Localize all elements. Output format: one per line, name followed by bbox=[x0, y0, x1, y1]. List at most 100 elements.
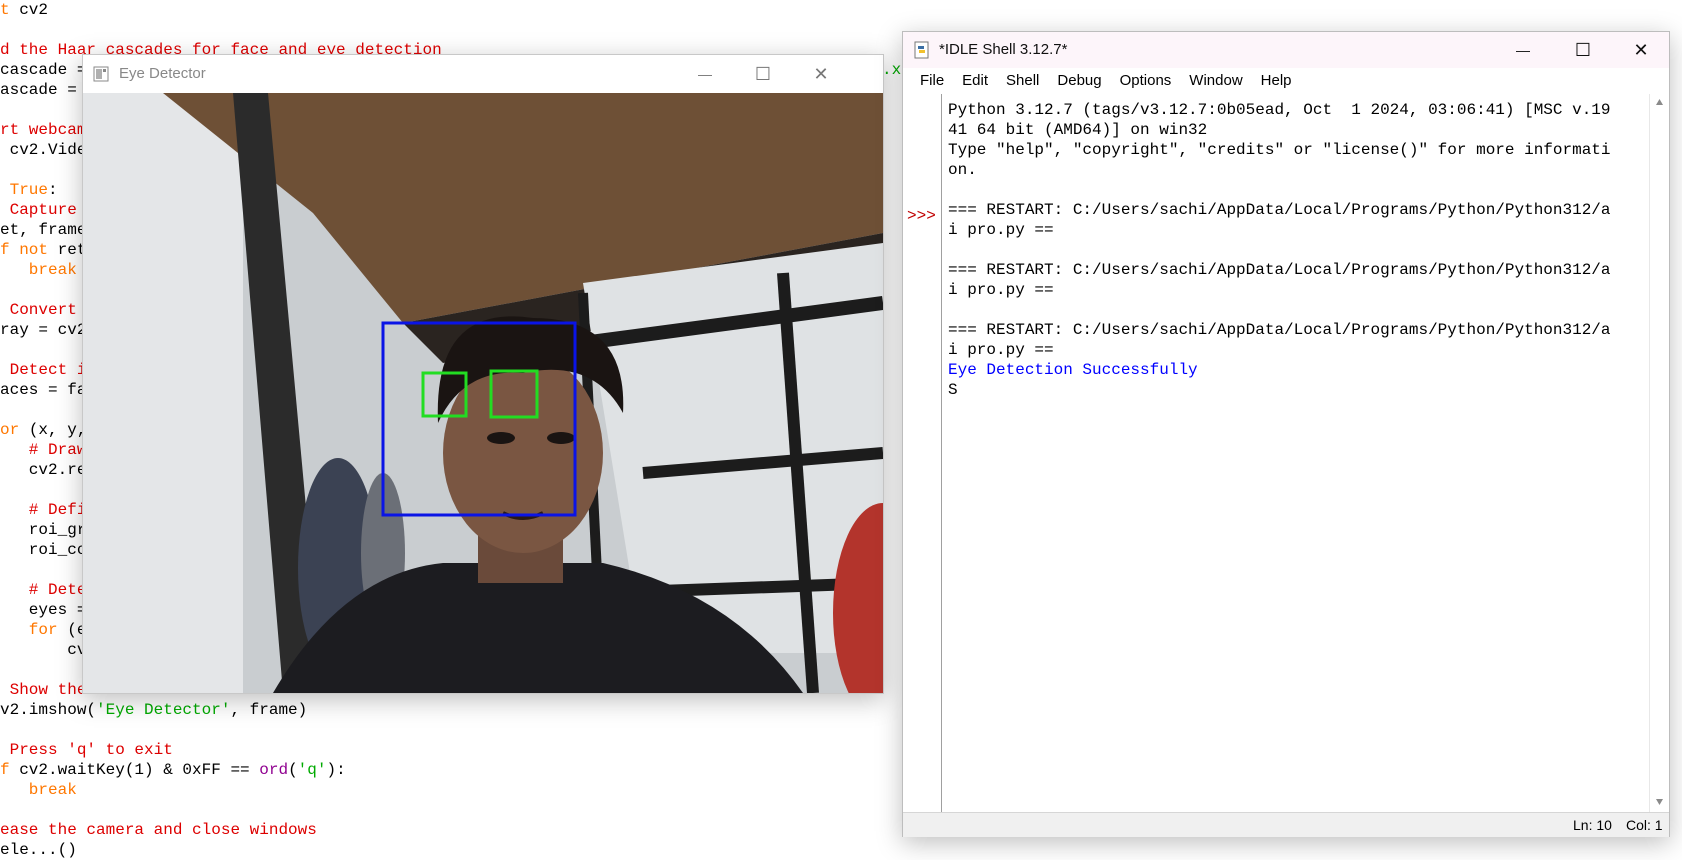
editor-code-line: Convert bbox=[0, 300, 77, 320]
shell-output[interactable]: Python 3.12.7 (tags/v3.12.7:0b05ead, Oct… bbox=[942, 94, 1648, 812]
code-token: : bbox=[48, 181, 58, 199]
editor-code-line: # Draw bbox=[0, 440, 87, 460]
menu-item-window[interactable]: Window bbox=[1180, 68, 1251, 94]
editor-code-line: or (x, y, bbox=[0, 420, 86, 440]
code-token: ele...() bbox=[0, 841, 77, 859]
code-token: ord bbox=[259, 761, 289, 779]
shell-output-line: on. bbox=[948, 161, 977, 179]
menu-item-edit[interactable]: Edit bbox=[953, 68, 997, 94]
code-token: 'Eye Detector' bbox=[96, 701, 231, 719]
vertical-scrollbar[interactable] bbox=[1649, 94, 1669, 812]
code-token: (x, y, bbox=[28, 421, 87, 439]
code-token: Detect i bbox=[0, 361, 87, 379]
idle-titlebar[interactable]: *IDLE Shell 3.12.7* — ☐ ✕ bbox=[903, 32, 1669, 68]
idle-shell-window[interactable]: *IDLE Shell 3.12.7* — ☐ ✕ File Edit Shell D… bbox=[902, 31, 1670, 837]
python-icon bbox=[914, 41, 929, 59]
code-token: or bbox=[0, 421, 29, 439]
editor-code-line: Detect i bbox=[0, 360, 87, 380]
editor-code-line: cv bbox=[0, 640, 86, 660]
code-token: roi_co bbox=[0, 541, 87, 559]
editor-code-line: rt webcam bbox=[0, 120, 86, 140]
eye-detector-titlebar[interactable]: Eye Detector — ☐ ✕ bbox=[83, 55, 883, 93]
code-token: f bbox=[0, 761, 20, 779]
code-token: cv bbox=[0, 641, 87, 659]
menu-item-file[interactable]: File bbox=[911, 68, 953, 94]
editor-code-line: break bbox=[0, 780, 77, 800]
shell-output-line: === RESTART: C:/Users/sachi/AppData/Loca… bbox=[948, 321, 1611, 339]
code-token: rt webcam bbox=[0, 121, 87, 139]
editor-code-line: # Dete bbox=[0, 580, 87, 600]
app-icon bbox=[93, 66, 109, 82]
menu-item-shell[interactable]: Shell bbox=[997, 68, 1048, 94]
code-token: ascade = bbox=[0, 81, 87, 99]
shell-output-line: === RESTART: C:/Users/sachi/AppData/Loca… bbox=[948, 201, 1611, 219]
code-token: # Defi bbox=[0, 501, 87, 519]
code-token: ): bbox=[326, 761, 346, 779]
maximize-icon: ☐ bbox=[754, 63, 772, 84]
code-token: cv2.Vide bbox=[0, 141, 87, 159]
code-token: ray = cv2 bbox=[0, 321, 87, 339]
code-token: break bbox=[0, 781, 77, 799]
editor-code-line: cv2.Vide bbox=[0, 140, 87, 160]
idle-menubar: File Edit Shell Debug Options Window Help bbox=[903, 68, 1669, 94]
close-icon: ✕ bbox=[813, 63, 829, 84]
column-number: Col: 1 bbox=[1626, 817, 1663, 833]
editor-code-line: Capture bbox=[0, 200, 77, 220]
code-token: cv2 bbox=[19, 1, 49, 19]
editor-code-line: eyes = bbox=[0, 600, 87, 620]
minimize-icon: — bbox=[1516, 42, 1530, 58]
shell-output-line: i pro.py == bbox=[948, 281, 1054, 299]
shell-output-line: Type "help", "copyright", "credits" or "… bbox=[948, 141, 1611, 159]
minimize-button[interactable]: — bbox=[677, 55, 733, 93]
code-token: v2.imshow( bbox=[0, 701, 97, 719]
code-token: 'q' bbox=[297, 761, 327, 779]
shell-prompt-gutter: >>> bbox=[903, 94, 942, 812]
editor-code-line: et, frame bbox=[0, 220, 86, 240]
idle-close-button[interactable]: ✕ bbox=[1613, 32, 1669, 68]
editor-code-line: break bbox=[0, 260, 77, 280]
menu-item-help[interactable]: Help bbox=[1252, 68, 1301, 94]
menu-item-debug[interactable]: Debug bbox=[1048, 68, 1110, 94]
code-token: True bbox=[0, 181, 49, 199]
status-bar: Ln: 10 Col: 1 bbox=[903, 812, 1669, 837]
editor-code-line: cv2.re bbox=[0, 460, 87, 480]
editor-code-line: roi_gr bbox=[0, 520, 87, 540]
editor-code-line: v2.imshow('Eye Detector', frame) bbox=[0, 700, 307, 720]
shell-output-line: S bbox=[948, 381, 958, 399]
close-icon: ✕ bbox=[1633, 39, 1649, 60]
editor-code-line: ele...() bbox=[0, 840, 77, 860]
close-button[interactable]: ✕ bbox=[793, 55, 849, 93]
eye-detector-window[interactable]: Eye Detector — ☐ ✕ bbox=[82, 54, 884, 694]
code-token: for bbox=[0, 621, 68, 639]
editor-code-line: f not ret bbox=[0, 240, 86, 260]
shell-prompt: >>> bbox=[907, 207, 936, 225]
shell-output-line: i pro.py == bbox=[948, 221, 1054, 239]
menu-item-options[interactable]: Options bbox=[1111, 68, 1181, 94]
code-token: Convert bbox=[0, 301, 77, 319]
editor-code-line: Press 'q' to exit bbox=[0, 740, 173, 760]
editor-code-line: roi_co bbox=[0, 540, 87, 560]
editor-code-line: t cv2 bbox=[0, 0, 48, 20]
code-token: aces = fa bbox=[0, 381, 87, 399]
code-token: , frame) bbox=[230, 701, 308, 719]
code-token: roi_gr bbox=[0, 521, 87, 539]
code-token: t bbox=[0, 1, 20, 19]
scroll-up-icon[interactable] bbox=[1655, 98, 1664, 106]
maximize-button[interactable]: ☐ bbox=[735, 55, 791, 93]
eye-detector-title: Eye Detector bbox=[119, 65, 206, 82]
idle-maximize-button[interactable]: ☐ bbox=[1555, 32, 1611, 68]
code-token: f not bbox=[0, 241, 58, 259]
editor-code-line: ray = cv2 bbox=[0, 320, 86, 340]
code-token: cv2.waitKey(1) & 0xFF == bbox=[19, 761, 260, 779]
editor-code-line: for (e bbox=[0, 620, 87, 640]
code-token: Press 'q' to exit bbox=[0, 741, 173, 759]
code-token: eyes = bbox=[0, 601, 87, 619]
code-token: cv2.re bbox=[0, 461, 87, 479]
scroll-down-icon[interactable] bbox=[1655, 798, 1664, 806]
code-token: # Draw bbox=[0, 441, 87, 459]
maximize-icon: ☐ bbox=[1574, 39, 1592, 60]
code-token: ease the camera and close windows bbox=[0, 821, 317, 839]
idle-minimize-button[interactable]: — bbox=[1495, 32, 1551, 68]
code-token: break bbox=[0, 261, 77, 279]
shell-output-line: 41 64 bit (AMD64)] on win32 bbox=[948, 121, 1208, 139]
